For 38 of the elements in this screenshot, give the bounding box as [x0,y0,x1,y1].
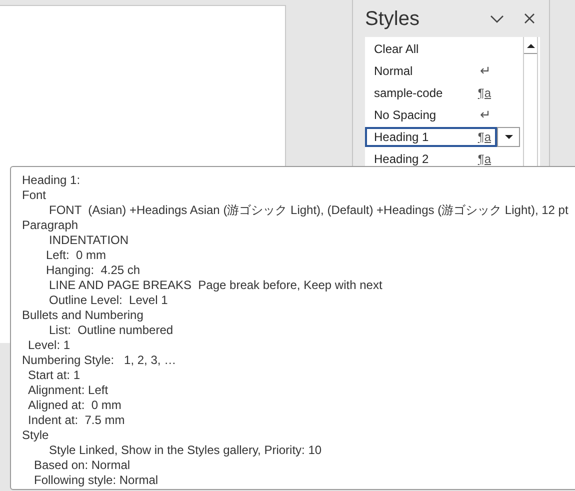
tooltip-line: Alignment: Left [28,383,108,397]
style-list-item[interactable]: Heading 2 ¶a [365,149,497,169]
paragraph-style-symbol: ↵ [480,62,491,80]
tooltip-line: Level: 1 [28,338,70,352]
tooltip-line: Numbering Style: 1, 2, 3, … [22,353,176,367]
tooltip-line: Paragraph [22,218,78,232]
tooltip-line: INDENTATION [49,233,129,247]
tooltip-line: Outline Level: Level 1 [49,293,168,307]
tooltip-line: Style [22,428,49,442]
linked-style-symbol: ¶a [478,85,491,102]
tooltip-line: FONT (Asian) +Headings Asian (游ゴシック Light), (Default) +Headings (游ゴシック Light), 12 pt [49,203,568,217]
pane-title: Styles [365,6,420,32]
style-list-item[interactable]: No Spacing ↵ [365,105,497,125]
style-list-item[interactable]: sample-code ¶a [365,83,497,103]
tooltip-line: List: Outline numbered [49,323,174,337]
style-list-item[interactable]: Clear All [365,39,497,59]
style-list-item[interactable]: Heading 1 ¶a [365,127,497,147]
tooltip-line: LINE AND PAGE BREAKS Page break before, Keep with next [49,278,382,292]
paragraph-style-symbol: ↵ [480,106,491,124]
caret-icon [504,135,512,139]
tooltip-line: Heading 1: [22,173,80,187]
linked-style-symbol: ¶a [478,129,491,146]
tooltip-line: Hanging: 4.25 ch [46,263,140,277]
chevron-down-icon[interactable] [490,14,504,22]
style-dropdown-button[interactable] [497,127,520,147]
tooltip-line: Bullets and Numbering [22,308,144,322]
tooltip-line: Left: 0 mm [46,248,106,262]
linked-style-symbol: ¶a [478,151,491,168]
tooltip-line: Style Linked, Show in the Styles gallery, Priority: 10 [49,443,322,457]
tooltip-line: Following style: Normal [34,473,158,487]
close-icon[interactable] [524,13,535,24]
tooltip-line: Indent at: 7.5 mm [28,413,125,427]
tooltip-line: Aligned at: 0 mm [28,398,122,412]
caret-up-icon [526,44,534,48]
tooltip-line: Start at: 1 [28,368,80,382]
tooltip-line: Font [22,188,46,202]
tooltip-line: Based on: Normal [34,458,130,472]
style-list-item[interactable]: Normal ↵ [365,61,497,81]
